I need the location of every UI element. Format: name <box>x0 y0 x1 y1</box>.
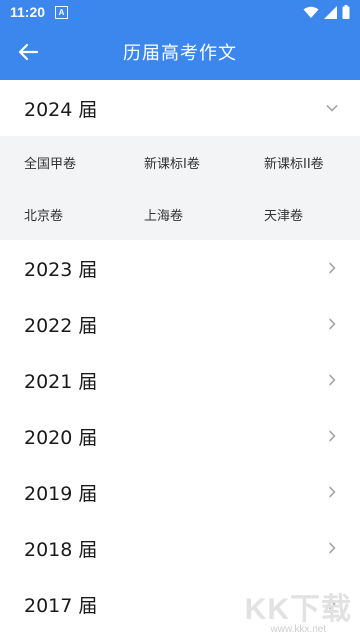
year-row[interactable]: 2020 届 <box>0 408 360 464</box>
notification-a-icon: A <box>55 5 69 19</box>
year-row[interactable]: 2021 届 <box>0 352 360 408</box>
year-label: 2019 届 <box>24 482 98 505</box>
year-label: 2022 届 <box>24 314 98 337</box>
paper-item[interactable]: 天津卷 <box>264 188 360 240</box>
year-label: 2020 届 <box>24 426 98 449</box>
year-row[interactable]: 2022 届 <box>0 296 360 352</box>
year-row[interactable]: 2023 届 <box>0 240 360 296</box>
paper-item[interactable]: 全国甲卷 <box>24 136 144 188</box>
cell-signal-icon <box>324 5 337 19</box>
chevron-right-icon <box>326 374 338 386</box>
year-row[interactable]: 2018 届 <box>0 520 360 576</box>
year-list: 2024 届 全国甲卷 新课标I卷 新课标II卷 北京卷 上海卷 天津卷 202… <box>0 80 360 632</box>
paper-item[interactable]: 北京卷 <box>24 188 144 240</box>
status-time: 11:20 <box>10 4 46 20</box>
battery-icon <box>342 5 350 19</box>
year-label: 2024 届 <box>24 98 98 121</box>
year-label: 2023 届 <box>24 258 98 281</box>
year-row[interactable]: 2019 届 <box>0 464 360 520</box>
paper-item[interactable]: 新课标II卷 <box>264 136 360 188</box>
year-label: 2021 届 <box>24 370 98 393</box>
chevron-down-icon <box>326 102 338 114</box>
chevron-right-icon <box>326 598 338 610</box>
paper-grid-2024: 全国甲卷 新课标I卷 新课标II卷 北京卷 上海卷 天津卷 <box>0 136 360 240</box>
chevron-right-icon <box>326 486 338 498</box>
status-bar: 11:20 A <box>0 0 360 24</box>
chevron-right-icon <box>326 262 338 274</box>
paper-item[interactable]: 上海卷 <box>144 188 264 240</box>
page-title: 历届高考作文 <box>123 43 237 64</box>
paper-item[interactable]: 新课标I卷 <box>144 136 264 188</box>
year-row-2024[interactable]: 2024 届 <box>0 80 360 136</box>
chevron-right-icon <box>326 318 338 330</box>
chevron-right-icon <box>326 542 338 554</box>
chevron-right-icon <box>326 430 338 442</box>
year-row[interactable]: 2017 届 <box>0 576 360 632</box>
year-label: 2018 届 <box>24 538 98 561</box>
app-bar: 历届高考作文 <box>0 24 360 80</box>
status-icons <box>303 5 350 19</box>
arrow-left-icon <box>18 43 38 61</box>
year-label: 2017 届 <box>24 594 98 617</box>
wifi-icon <box>303 6 319 18</box>
back-button[interactable] <box>14 38 42 66</box>
